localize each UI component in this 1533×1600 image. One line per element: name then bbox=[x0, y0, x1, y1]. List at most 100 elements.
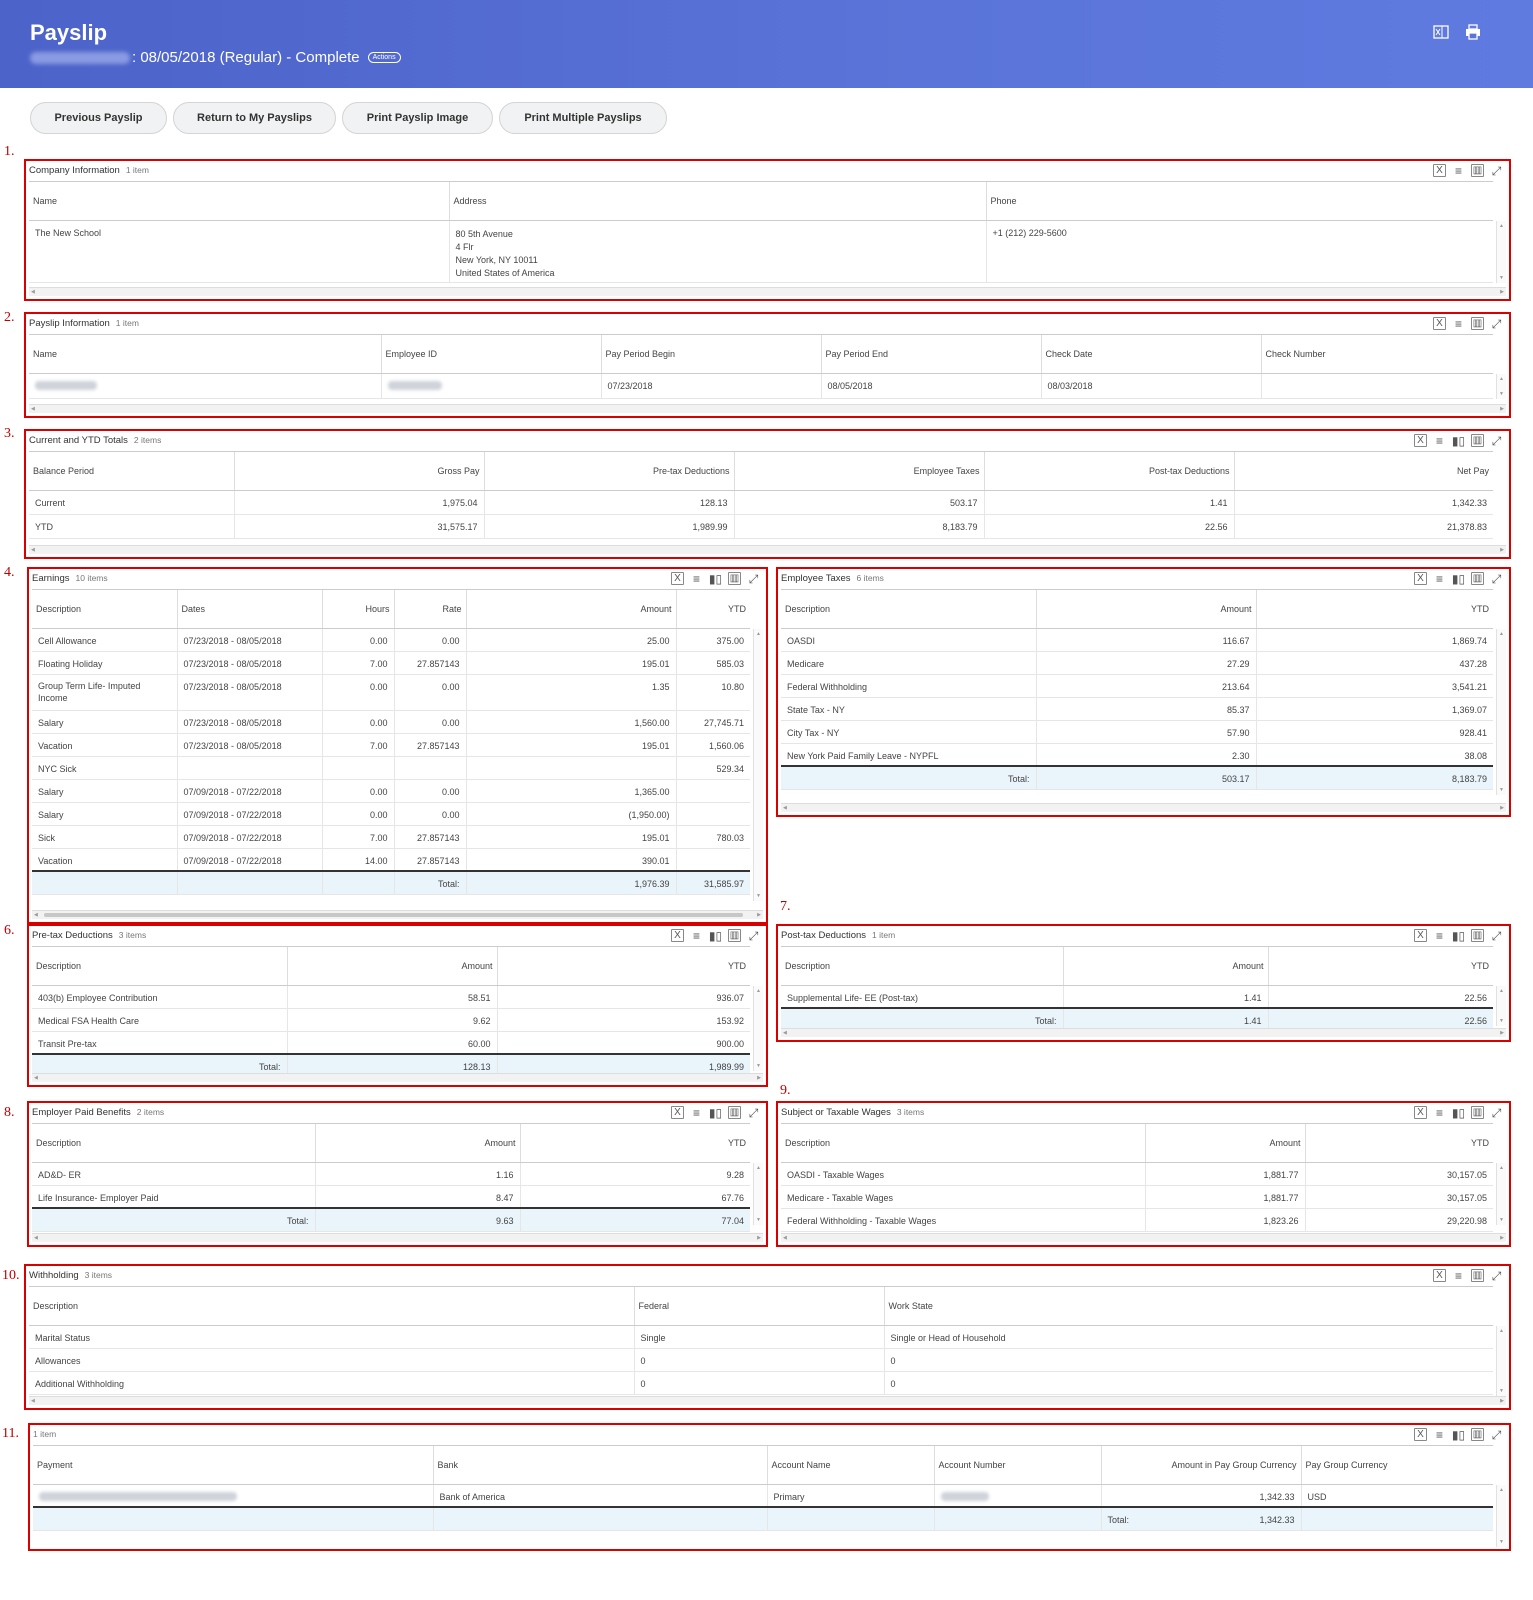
column-toggle-icon[interactable]: ▥ bbox=[728, 572, 741, 585]
expand-icon[interactable]: ⤢ bbox=[1490, 317, 1503, 330]
filter-icon[interactable]: ≡ bbox=[1433, 1428, 1446, 1441]
column-header[interactable]: Amount bbox=[1144, 1124, 1305, 1163]
filter-icon[interactable]: ≡ bbox=[1452, 164, 1465, 177]
export-excel-icon[interactable]: X bbox=[671, 1106, 684, 1119]
column-header[interactable]: Description bbox=[781, 1124, 1145, 1163]
vertical-scrollbar[interactable] bbox=[753, 986, 763, 1071]
filter-icon[interactable]: ≡ bbox=[1433, 929, 1446, 942]
column-header[interactable]: Pay Period Begin bbox=[600, 335, 821, 374]
export-excel-icon[interactable]: X bbox=[1414, 1428, 1427, 1441]
vertical-scrollbar[interactable] bbox=[1496, 629, 1506, 795]
column-header[interactable]: YTD bbox=[496, 947, 750, 986]
export-excel-icon[interactable]: X bbox=[1414, 929, 1427, 942]
column-header[interactable]: Account Number bbox=[933, 1446, 1101, 1485]
export-excel-icon[interactable]: X bbox=[1414, 572, 1427, 585]
column-header[interactable]: YTD bbox=[1267, 947, 1493, 986]
column-header[interactable]: Amount in Pay Group Currency bbox=[1100, 1446, 1301, 1485]
column-header[interactable]: YTD bbox=[519, 1124, 750, 1163]
print-payslip-image-button[interactable]: Print Payslip Image bbox=[342, 102, 493, 134]
vertical-scrollbar[interactable] bbox=[1496, 1326, 1506, 1396]
vertical-scrollbar[interactable] bbox=[1496, 1163, 1506, 1225]
return-to-my-payslips-button[interactable]: Return to My Payslips bbox=[173, 102, 336, 134]
export-excel-icon[interactable]: X bbox=[1414, 434, 1427, 447]
chart-icon[interactable]: ▮▯ bbox=[1452, 572, 1465, 585]
horizontal-scrollbar[interactable] bbox=[32, 1073, 763, 1082]
column-header[interactable]: Description bbox=[29, 1287, 634, 1326]
print-icon[interactable] bbox=[1465, 24, 1481, 40]
export-excel-icon[interactable]: X bbox=[671, 572, 684, 585]
horizontal-scrollbar[interactable] bbox=[32, 910, 763, 919]
vertical-scrollbar[interactable] bbox=[1496, 1485, 1506, 1547]
column-header[interactable]: Employee Taxes bbox=[733, 452, 984, 491]
horizontal-scrollbar[interactable] bbox=[29, 404, 1506, 413]
vertical-scrollbar[interactable] bbox=[1496, 374, 1506, 399]
vertical-scrollbar[interactable] bbox=[1496, 221, 1506, 283]
column-header[interactable]: Post-tax Deductions bbox=[983, 452, 1234, 491]
vertical-scrollbar[interactable] bbox=[753, 1163, 763, 1225]
column-header[interactable]: Amount bbox=[1062, 947, 1268, 986]
column-header[interactable]: Net Pay bbox=[1233, 452, 1493, 491]
expand-icon[interactable]: ⤢ bbox=[1490, 1106, 1503, 1119]
column-toggle-icon[interactable]: ▥ bbox=[1471, 1269, 1484, 1282]
column-header[interactable]: Description bbox=[32, 1124, 315, 1163]
expand-icon[interactable]: ⤢ bbox=[747, 572, 760, 585]
export-excel-icon[interactable] bbox=[1433, 24, 1449, 40]
horizontal-scrollbar[interactable] bbox=[781, 803, 1506, 812]
column-toggle-icon[interactable]: ▥ bbox=[1471, 1106, 1484, 1119]
horizontal-scrollbar[interactable] bbox=[29, 1396, 1506, 1405]
expand-icon[interactable]: ⤢ bbox=[1490, 434, 1503, 447]
column-toggle-icon[interactable]: ▥ bbox=[1471, 434, 1484, 447]
column-header[interactable]: Name bbox=[29, 182, 449, 221]
chart-icon[interactable]: ▮▯ bbox=[1452, 1428, 1465, 1441]
export-excel-icon[interactable]: X bbox=[1433, 317, 1446, 330]
chart-icon[interactable]: ▮▯ bbox=[1452, 929, 1465, 942]
column-header[interactable]: Rate bbox=[393, 590, 466, 629]
column-header[interactable]: Check Date bbox=[1040, 335, 1261, 374]
column-header[interactable]: Bank bbox=[432, 1446, 767, 1485]
export-excel-icon[interactable]: X bbox=[671, 929, 684, 942]
horizontal-scrollbar[interactable] bbox=[29, 545, 1506, 554]
column-header[interactable]: Amount bbox=[465, 590, 676, 629]
column-header[interactable]: Amount bbox=[1035, 590, 1256, 629]
column-header[interactable]: Amount bbox=[286, 947, 497, 986]
column-toggle-icon[interactable]: ▥ bbox=[728, 929, 741, 942]
export-excel-icon[interactable]: X bbox=[1433, 164, 1446, 177]
expand-icon[interactable]: ⤢ bbox=[1490, 929, 1503, 942]
export-excel-icon[interactable]: X bbox=[1433, 1269, 1446, 1282]
horizontal-scrollbar[interactable] bbox=[29, 287, 1506, 296]
export-excel-icon[interactable]: X bbox=[1414, 1106, 1427, 1119]
chart-icon[interactable]: ▮▯ bbox=[1452, 434, 1465, 447]
column-header[interactable]: Check Number bbox=[1260, 335, 1493, 374]
column-toggle-icon[interactable]: ▥ bbox=[1471, 572, 1484, 585]
column-header[interactable]: Dates bbox=[176, 590, 322, 629]
column-header[interactable]: Employee ID bbox=[380, 335, 601, 374]
column-header[interactable]: Amount bbox=[314, 1124, 520, 1163]
vertical-scrollbar[interactable] bbox=[1496, 986, 1506, 1026]
expand-icon[interactable]: ⤢ bbox=[1490, 164, 1503, 177]
chart-icon[interactable]: ▮▯ bbox=[709, 1106, 722, 1119]
chart-icon[interactable]: ▮▯ bbox=[709, 572, 722, 585]
chart-icon[interactable]: ▮▯ bbox=[709, 929, 722, 942]
column-toggle-icon[interactable]: ▥ bbox=[1471, 164, 1484, 177]
column-header[interactable]: Description bbox=[32, 590, 177, 629]
column-header[interactable]: Address bbox=[448, 182, 986, 221]
horizontal-scrollbar[interactable] bbox=[781, 1233, 1506, 1242]
expand-icon[interactable]: ⤢ bbox=[747, 929, 760, 942]
horizontal-scrollbar[interactable] bbox=[781, 1028, 1506, 1037]
column-header[interactable]: YTD bbox=[1304, 1124, 1493, 1163]
column-toggle-icon[interactable]: ▥ bbox=[1471, 929, 1484, 942]
column-header[interactable]: Pay Group Currency bbox=[1300, 1446, 1493, 1485]
column-header[interactable]: Payment bbox=[33, 1446, 433, 1485]
filter-icon[interactable]: ≡ bbox=[1452, 1269, 1465, 1282]
print-multiple-payslips-button[interactable]: Print Multiple Payslips bbox=[499, 102, 667, 134]
column-header[interactable]: Balance Period bbox=[29, 452, 234, 491]
filter-icon[interactable]: ≡ bbox=[1433, 1106, 1446, 1119]
column-header[interactable]: YTD bbox=[675, 590, 750, 629]
column-header[interactable]: Phone bbox=[985, 182, 1493, 221]
filter-icon[interactable]: ≡ bbox=[690, 572, 703, 585]
column-header[interactable]: Federal bbox=[633, 1287, 884, 1326]
column-toggle-icon[interactable]: ▥ bbox=[1471, 1428, 1484, 1441]
column-toggle-icon[interactable]: ▥ bbox=[1471, 317, 1484, 330]
expand-icon[interactable]: ⤢ bbox=[1490, 1428, 1503, 1441]
expand-icon[interactable]: ⤢ bbox=[1490, 1269, 1503, 1282]
